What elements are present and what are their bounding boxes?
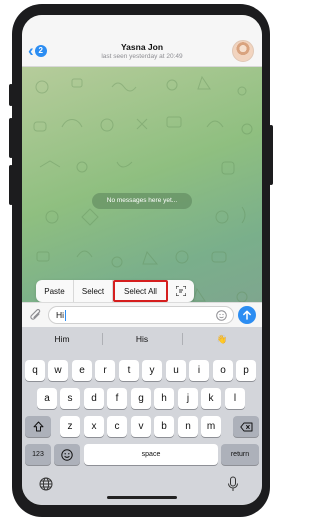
key-j[interactable]: j bbox=[178, 388, 198, 409]
key-z[interactable]: z bbox=[60, 416, 80, 437]
chevron-left-icon: ‹ bbox=[28, 41, 34, 60]
key-a[interactable]: a bbox=[37, 388, 57, 409]
numbers-key[interactable]: 123 bbox=[25, 444, 51, 465]
suggestion-item[interactable]: His bbox=[102, 327, 182, 351]
send-button[interactable] bbox=[238, 306, 256, 324]
return-key[interactable]: return bbox=[221, 444, 259, 465]
key-x[interactable]: x bbox=[84, 416, 104, 437]
key-m[interactable]: m bbox=[201, 416, 221, 437]
key-p[interactable]: p bbox=[236, 360, 256, 381]
key-l[interactable]: l bbox=[225, 388, 245, 409]
home-indicator bbox=[107, 496, 177, 499]
key-e[interactable]: e bbox=[72, 360, 92, 381]
scan-text-icon bbox=[176, 286, 186, 296]
suggestion-item[interactable]: 👋 bbox=[182, 327, 262, 351]
emoji-icon bbox=[61, 448, 73, 461]
key-t[interactable]: t bbox=[119, 360, 139, 381]
key-f[interactable]: f bbox=[107, 388, 127, 409]
key-i[interactable]: i bbox=[189, 360, 209, 381]
key-d[interactable]: d bbox=[84, 388, 104, 409]
keyboard: Him His 👋 q w e r t y u i o p a s d f g … bbox=[22, 327, 262, 505]
key-b[interactable]: b bbox=[154, 416, 174, 437]
key-c[interactable]: c bbox=[107, 416, 127, 437]
key-n[interactable]: n bbox=[178, 416, 198, 437]
chat-title[interactable]: Yasna Jon bbox=[72, 42, 212, 52]
sticker-icon[interactable] bbox=[216, 310, 227, 321]
space-key[interactable]: space bbox=[84, 444, 218, 465]
paste-button[interactable]: Paste bbox=[36, 280, 74, 302]
shift-icon bbox=[33, 421, 43, 432]
phone-screen: ‹ 2 Yasna Jon last seen yesterday at 20:… bbox=[22, 15, 262, 505]
scan-text-button[interactable] bbox=[168, 280, 194, 302]
microphone-icon[interactable] bbox=[227, 476, 239, 492]
edit-menu: Paste Select Select All bbox=[36, 280, 194, 302]
avatar[interactable] bbox=[232, 40, 254, 62]
backspace-key[interactable] bbox=[233, 416, 259, 437]
backspace-icon bbox=[239, 422, 252, 431]
key-k[interactable]: k bbox=[201, 388, 221, 409]
key-o[interactable]: o bbox=[213, 360, 233, 381]
key-u[interactable]: u bbox=[166, 360, 186, 381]
emoji-key[interactable] bbox=[54, 444, 80, 465]
key-h[interactable]: h bbox=[154, 388, 174, 409]
arrow-up-icon bbox=[243, 310, 251, 320]
suggestion-bar: Him His 👋 bbox=[22, 327, 262, 351]
empty-chat-label: No messages here yet... bbox=[92, 193, 192, 209]
chat-header: ‹ 2 Yasna Jon last seen yesterday at 20:… bbox=[22, 15, 262, 67]
message-input[interactable]: Hi bbox=[48, 306, 234, 324]
globe-icon[interactable] bbox=[39, 477, 53, 491]
message-input-bar: Hi bbox=[22, 302, 262, 327]
key-w[interactable]: w bbox=[48, 360, 68, 381]
message-input-text: Hi bbox=[56, 310, 65, 320]
key-q[interactable]: q bbox=[25, 360, 45, 381]
paperclip-icon[interactable] bbox=[30, 309, 42, 322]
key-g[interactable]: g bbox=[131, 388, 151, 409]
unread-badge: 2 bbox=[34, 45, 47, 57]
suggestion-item[interactable]: Him bbox=[22, 327, 102, 351]
select-button[interactable]: Select bbox=[74, 280, 113, 302]
select-all-button[interactable]: Select All bbox=[113, 280, 168, 302]
key-y[interactable]: y bbox=[142, 360, 162, 381]
shift-key[interactable] bbox=[25, 416, 51, 437]
back-button[interactable]: ‹ 2 bbox=[28, 42, 47, 60]
text-cursor bbox=[65, 309, 67, 321]
chat-status: last seen yesterday at 20:49 bbox=[101, 53, 183, 60]
key-s[interactable]: s bbox=[60, 388, 80, 409]
key-v[interactable]: v bbox=[131, 416, 151, 437]
key-r[interactable]: r bbox=[95, 360, 115, 381]
